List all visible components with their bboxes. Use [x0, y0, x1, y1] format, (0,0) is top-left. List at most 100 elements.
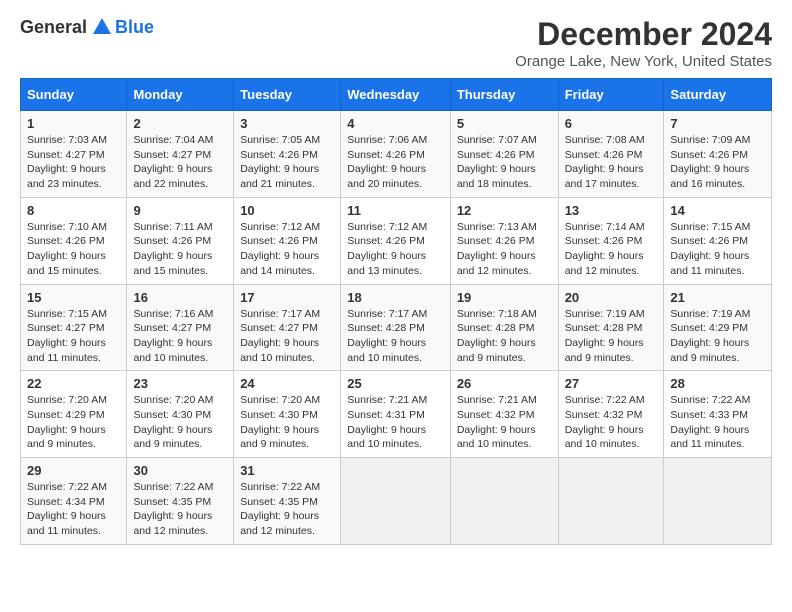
- subtitle: Orange Lake, New York, United States: [515, 53, 772, 70]
- day-info: Sunrise: 7:15 AMSunset: 4:27 PMDaylight:…: [27, 307, 120, 366]
- day-info: Sunrise: 7:11 AMSunset: 4:26 PMDaylight:…: [133, 220, 227, 279]
- calendar-cell: 29Sunrise: 7:22 AMSunset: 4:34 PMDayligh…: [21, 458, 127, 545]
- calendar-cell: 18 Sunrise: 7:17 AMSunset: 4:28 PMDayligh…: [341, 284, 451, 371]
- calendar-cell: 9 Sunrise: 7:11 AMSunset: 4:26 PMDaylight…: [127, 197, 234, 284]
- weekday-header: SundayMondayTuesdayWednesdayThursdayFrid…: [21, 79, 772, 111]
- day-number: 10: [240, 203, 334, 218]
- day-info: Sunrise: 7:16 AMSunset: 4:27 PMDaylight:…: [133, 307, 227, 366]
- weekday-monday: Monday: [127, 79, 234, 111]
- calendar-cell: 17Sunrise: 7:17 AMSunset: 4:27 PMDayligh…: [234, 284, 341, 371]
- day-number: 23: [133, 376, 227, 391]
- day-number: 20: [565, 290, 658, 305]
- day-info: Sunrise: 7:17 AMSunset: 4:28 PMDaylight:…: [347, 307, 444, 366]
- day-info: Sunrise: 7:20 AMSunset: 4:29 PMDaylight:…: [27, 393, 120, 452]
- calendar-cell: 5 Sunrise: 7:07 AMSunset: 4:26 PMDaylight…: [450, 111, 558, 198]
- calendar-cell: 22 Sunrise: 7:20 AMSunset: 4:29 PMDayligh…: [21, 371, 127, 458]
- day-number: 14: [670, 203, 765, 218]
- day-info: Sunrise: 7:17 AMSunset: 4:27 PMDaylight:…: [240, 307, 334, 366]
- day-info: Sunrise: 7:12 AMSunset: 4:26 PMDaylight:…: [240, 220, 334, 279]
- day-info: Sunrise: 7:07 AMSunset: 4:26 PMDaylight:…: [457, 133, 552, 192]
- day-info: Sunrise: 7:14 AMSunset: 4:26 PMDaylight:…: [565, 220, 658, 279]
- calendar-table: SundayMondayTuesdayWednesdayThursdayFrid…: [20, 78, 772, 545]
- calendar-cell: 31 Sunrise: 7:22 AMSunset: 4:35 PMDayligh…: [234, 458, 341, 545]
- calendar-cell: 25Sunrise: 7:21 AMSunset: 4:31 PMDayligh…: [341, 371, 451, 458]
- calendar-cell: 26 Sunrise: 7:21 AMSunset: 4:32 PMDayligh…: [450, 371, 558, 458]
- day-info: Sunrise: 7:20 AMSunset: 4:30 PMDaylight:…: [240, 393, 334, 452]
- day-number: 31: [240, 463, 334, 478]
- day-info: Sunrise: 7:08 AMSunset: 4:26 PMDaylight:…: [565, 133, 658, 192]
- day-number: 7: [670, 116, 765, 131]
- calendar-cell: [664, 458, 772, 545]
- calendar-cell: 20 Sunrise: 7:19 AMSunset: 4:28 PMDayligh…: [558, 284, 664, 371]
- week-row-1: 1 Sunrise: 7:03 AMSunset: 4:27 PMDaylight…: [21, 111, 772, 198]
- week-row-4: 22 Sunrise: 7:20 AMSunset: 4:29 PMDayligh…: [21, 371, 772, 458]
- day-number: 1: [27, 116, 120, 131]
- day-number: 28: [670, 376, 765, 391]
- day-info: Sunrise: 7:05 AMSunset: 4:26 PMDaylight:…: [240, 133, 334, 192]
- calendar-cell: 27Sunrise: 7:22 AMSunset: 4:32 PMDayligh…: [558, 371, 664, 458]
- calendar-cell: 28 Sunrise: 7:22 AMSunset: 4:33 PMDayligh…: [664, 371, 772, 458]
- month-title: December 2024: [515, 16, 772, 53]
- weekday-friday: Friday: [558, 79, 664, 111]
- day-info: Sunrise: 7:21 AMSunset: 4:31 PMDaylight:…: [347, 393, 444, 452]
- day-number: 6: [565, 116, 658, 131]
- day-info: Sunrise: 7:12 AMSunset: 4:26 PMDaylight:…: [347, 220, 444, 279]
- day-number: 3: [240, 116, 334, 131]
- header: General Blue December 2024 Orange Lake, …: [20, 16, 772, 70]
- week-row-3: 15 Sunrise: 7:15 AMSunset: 4:27 PMDayligh…: [21, 284, 772, 371]
- week-row-2: 8 Sunrise: 7:10 AMSunset: 4:26 PMDaylight…: [21, 197, 772, 284]
- day-info: Sunrise: 7:21 AMSunset: 4:32 PMDaylight:…: [457, 393, 552, 452]
- calendar-cell: 1 Sunrise: 7:03 AMSunset: 4:27 PMDaylight…: [21, 111, 127, 198]
- day-info: Sunrise: 7:22 AMSunset: 4:35 PMDaylight:…: [133, 480, 227, 539]
- calendar-cell: 2Sunrise: 7:04 AMSunset: 4:27 PMDaylight…: [127, 111, 234, 198]
- day-info: Sunrise: 7:03 AMSunset: 4:27 PMDaylight:…: [27, 133, 120, 192]
- day-number: 30: [133, 463, 227, 478]
- calendar-cell: 14 Sunrise: 7:15 AMSunset: 4:26 PMDayligh…: [664, 197, 772, 284]
- day-info: Sunrise: 7:15 AMSunset: 4:26 PMDaylight:…: [670, 220, 765, 279]
- day-number: 4: [347, 116, 444, 131]
- weekday-thursday: Thursday: [450, 79, 558, 111]
- day-info: Sunrise: 7:10 AMSunset: 4:26 PMDaylight:…: [27, 220, 120, 279]
- day-info: Sunrise: 7:20 AMSunset: 4:30 PMDaylight:…: [133, 393, 227, 452]
- calendar-cell: [450, 458, 558, 545]
- day-number: 16: [133, 290, 227, 305]
- day-info: Sunrise: 7:19 AMSunset: 4:29 PMDaylight:…: [670, 307, 765, 366]
- day-number: 18: [347, 290, 444, 305]
- calendar-cell: 15 Sunrise: 7:15 AMSunset: 4:27 PMDayligh…: [21, 284, 127, 371]
- calendar-cell: 4Sunrise: 7:06 AMSunset: 4:26 PMDaylight…: [341, 111, 451, 198]
- day-info: Sunrise: 7:22 AMSunset: 4:32 PMDaylight:…: [565, 393, 658, 452]
- day-number: 5: [457, 116, 552, 131]
- calendar-cell: 3 Sunrise: 7:05 AMSunset: 4:26 PMDaylight…: [234, 111, 341, 198]
- calendar-cell: 23 Sunrise: 7:20 AMSunset: 4:30 PMDayligh…: [127, 371, 234, 458]
- day-number: 19: [457, 290, 552, 305]
- week-row-5: 29Sunrise: 7:22 AMSunset: 4:34 PMDayligh…: [21, 458, 772, 545]
- calendar-cell: [341, 458, 451, 545]
- calendar-cell: 19 Sunrise: 7:18 AMSunset: 4:28 PMDayligh…: [450, 284, 558, 371]
- day-number: 11: [347, 203, 444, 218]
- day-info: Sunrise: 7:22 AMSunset: 4:35 PMDaylight:…: [240, 480, 334, 539]
- weekday-tuesday: Tuesday: [234, 79, 341, 111]
- day-info: Sunrise: 7:22 AMSunset: 4:33 PMDaylight:…: [670, 393, 765, 452]
- day-number: 9: [133, 203, 227, 218]
- weekday-wednesday: Wednesday: [341, 79, 451, 111]
- day-number: 8: [27, 203, 120, 218]
- day-info: Sunrise: 7:19 AMSunset: 4:28 PMDaylight:…: [565, 307, 658, 366]
- calendar-cell: 30 Sunrise: 7:22 AMSunset: 4:35 PMDayligh…: [127, 458, 234, 545]
- calendar-cell: 7 Sunrise: 7:09 AMSunset: 4:26 PMDaylight…: [664, 111, 772, 198]
- day-info: Sunrise: 7:18 AMSunset: 4:28 PMDaylight:…: [457, 307, 552, 366]
- day-number: 26: [457, 376, 552, 391]
- weekday-sunday: Sunday: [21, 79, 127, 111]
- day-number: 12: [457, 203, 552, 218]
- day-info: Sunrise: 7:13 AMSunset: 4:26 PMDaylight:…: [457, 220, 552, 279]
- calendar-cell: 13Sunrise: 7:14 AMSunset: 4:26 PMDayligh…: [558, 197, 664, 284]
- calendar-cell: 12 Sunrise: 7:13 AMSunset: 4:26 PMDayligh…: [450, 197, 558, 284]
- logo-icon: [91, 16, 113, 38]
- day-info: Sunrise: 7:04 AMSunset: 4:27 PMDaylight:…: [133, 133, 227, 192]
- day-number: 24: [240, 376, 334, 391]
- day-number: 15: [27, 290, 120, 305]
- logo: General Blue: [20, 16, 154, 38]
- day-number: 22: [27, 376, 120, 391]
- calendar-body: 1 Sunrise: 7:03 AMSunset: 4:27 PMDaylight…: [21, 111, 772, 545]
- day-info: Sunrise: 7:09 AMSunset: 4:26 PMDaylight:…: [670, 133, 765, 192]
- calendar-cell: 24 Sunrise: 7:20 AMSunset: 4:30 PMDayligh…: [234, 371, 341, 458]
